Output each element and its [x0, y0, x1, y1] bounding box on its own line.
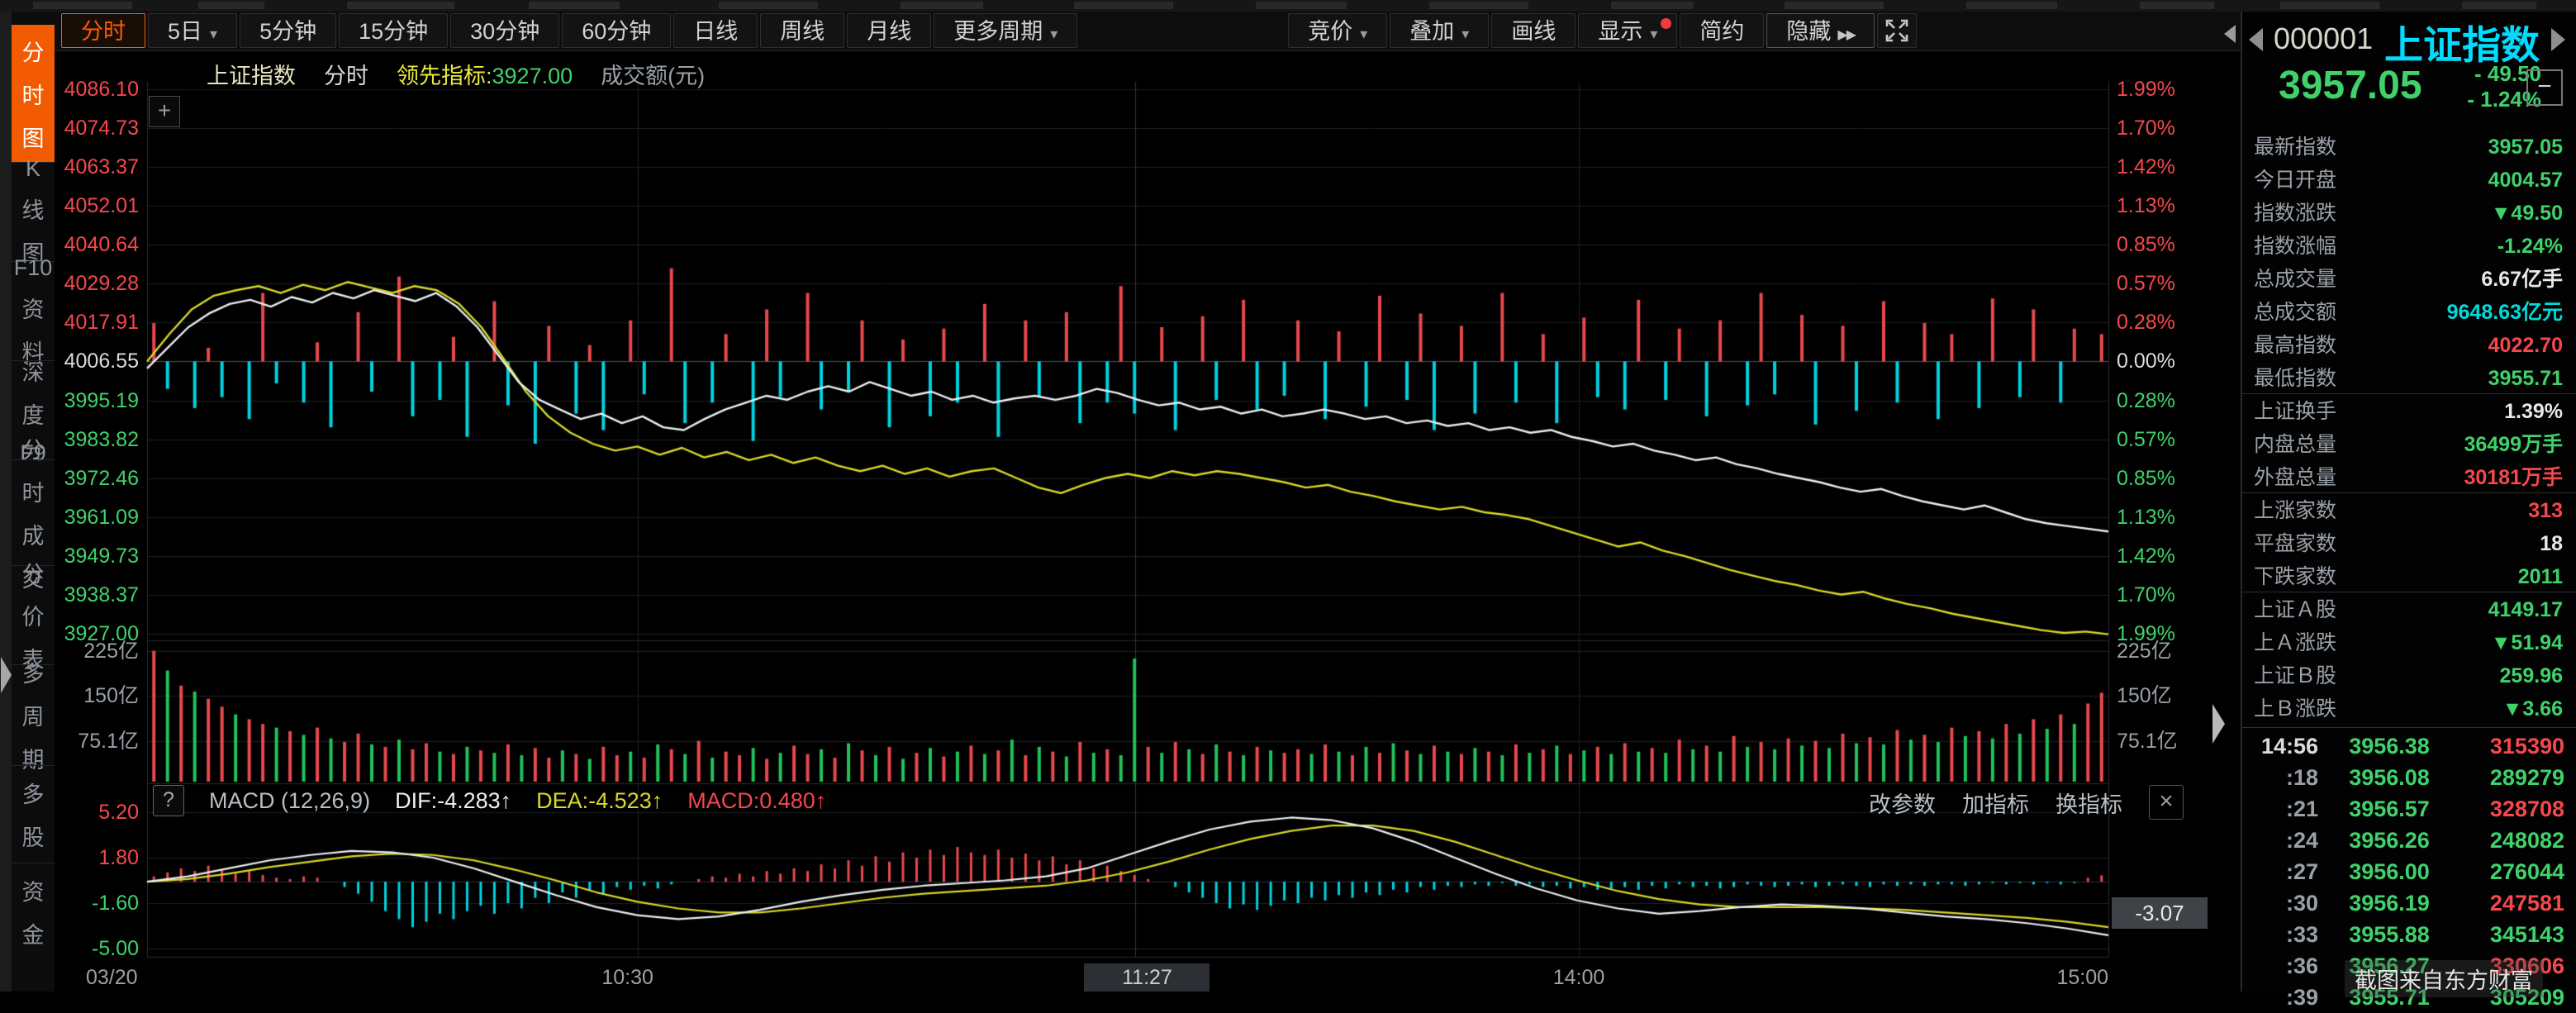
period-tab-30分钟[interactable]: 30分钟: [450, 13, 559, 48]
divider: [2242, 727, 2576, 728]
period-tab-5分钟[interactable]: 5分钟: [240, 13, 336, 48]
divider: [2242, 393, 2576, 394]
chevron-down-icon: ▾: [1050, 26, 1057, 42]
sidebar-item-F10资料[interactable]: F10资料: [12, 261, 55, 360]
lead-indicator: 领先指标:3927.00: [397, 58, 573, 90]
chevron-down-icon: ▾: [210, 26, 217, 42]
period-tab-更多周期[interactable]: 更多周期▾: [934, 13, 1077, 48]
stock-code: 000001: [2274, 21, 2373, 56]
tick-row[interactable]: :243956.26248082: [2242, 825, 2576, 856]
left-sidebar: 分时图K线图F10资料深度F9分时成交分价表多周期多股资金: [12, 12, 55, 992]
close-icon[interactable]: ×: [2149, 785, 2184, 820]
chart-header: 上证指数 分时 领先指标:3927.00 成交额(元): [207, 58, 705, 90]
trading-terminal: { "palette": { "up": "#f5484d", "down": …: [0, 0, 2576, 992]
next-stock-icon[interactable]: [2551, 28, 2565, 51]
chart-tools: 竞价▾叠加▾画线显示▾简约隐藏▶▶: [1288, 13, 1917, 48]
quote-row-指数涨跌: 指数涨跌▼49.50: [2242, 197, 2576, 230]
macd-current-value-tag: -3.07: [2112, 897, 2208, 929]
sidebar-item-多股[interactable]: 多股: [12, 765, 55, 863]
chart-mode-label: 分时: [324, 58, 368, 90]
minimize-panel-button[interactable]: −: [2526, 69, 2563, 106]
macd-title: MACD (12,26,9): [209, 788, 370, 814]
turnover-unit-label: 成交额(元): [601, 58, 705, 90]
period-tab-5日[interactable]: 5日▾: [148, 13, 237, 48]
top-menu-strip: [0, 0, 2576, 12]
macd-controls: 改参数加指标换指标 ×: [1869, 785, 2184, 820]
left-edge-strip: [0, 12, 12, 992]
tool-button-隐藏[interactable]: 隐藏▶▶: [1766, 13, 1875, 48]
sidebar-item-分时成交[interactable]: 分时成交: [12, 459, 55, 565]
period-tabs: 分时5日▾5分钟15分钟30分钟60分钟日线周线月线更多周期▾: [61, 13, 1077, 48]
period-tab-日线[interactable]: 日线: [673, 13, 758, 48]
quote-row-下跌家数: 下跌家数2011: [2242, 560, 2576, 593]
chevron-down-icon: ▾: [1650, 26, 1657, 42]
quote-row-今日开盘: 今日开盘4004.57: [2242, 164, 2576, 197]
last-price: 3957.05: [2279, 63, 2422, 108]
sidebar-item-多周期[interactable]: 多周期: [12, 664, 55, 765]
period-tab-分时[interactable]: 分时: [61, 13, 145, 48]
sidebar-item-K线图[interactable]: K线图: [12, 162, 55, 261]
prev-stock-icon[interactable]: [2249, 28, 2263, 51]
quote-row-最低指数: 最低指数3955.71: [2242, 362, 2576, 395]
zoom-in-icon[interactable]: +: [149, 96, 180, 127]
sidebar-expand-arrow-icon[interactable]: [1, 657, 12, 693]
macd-hist-value: MACD:0.480↑: [687, 788, 826, 814]
sidebar-item-分价表[interactable]: 分价表: [12, 565, 55, 664]
quote-row-上证Ａ股: 上证Ａ股4149.17: [2242, 593, 2576, 626]
quote-row-内盘总量: 内盘总量36499万手: [2242, 428, 2576, 461]
period-tab-60分钟[interactable]: 60分钟: [562, 13, 671, 48]
chart-index-name: 上证指数: [207, 58, 296, 90]
macd-indicator-header: ? MACD (12,26,9) DIF:-4.283↑ DEA:-4.523↑…: [153, 785, 826, 816]
quote-row-指数涨幅: 指数涨幅-1.24%: [2242, 230, 2576, 263]
quote-row-上证换手: 上证换手1.39%: [2242, 395, 2576, 428]
chart-toolbar: 分时5日▾5分钟15分钟30分钟60分钟日线周线月线更多周期▾ 竞价▾叠加▾画线…: [55, 12, 2241, 51]
macd-control-改参数[interactable]: 改参数: [1869, 787, 1936, 819]
quote-row-总成交额: 总成交额9648.63亿元: [2242, 296, 2576, 329]
quote-row-上Ａ涨跌: 上Ａ涨跌▼51.94: [2242, 626, 2576, 659]
macd-control-换指标[interactable]: 换指标: [2056, 787, 2122, 819]
tool-button-画线[interactable]: 画线: [1491, 13, 1576, 48]
chart-area[interactable]: [55, 51, 2241, 996]
quote-panel: 000001 上证指数 3957.05 - 49.50 - 1.24% − 最新…: [2241, 12, 2576, 992]
help-icon[interactable]: ?: [153, 785, 184, 816]
tick-row[interactable]: :213956.57328708: [2242, 793, 2576, 825]
intraday-chart-canvas[interactable]: [55, 51, 2241, 992]
tool-button-显示[interactable]: 显示▾: [1578, 13, 1677, 48]
period-tab-周线[interactable]: 周线: [760, 13, 844, 48]
period-tab-月线[interactable]: 月线: [847, 13, 931, 48]
divider: [2242, 492, 2576, 493]
tick-row[interactable]: :273956.00276044: [2242, 856, 2576, 887]
tool-button-叠加[interactable]: 叠加▾: [1390, 13, 1489, 48]
quote-row-外盘总量: 外盘总量30181万手: [2242, 461, 2576, 494]
period-tab-15分钟[interactable]: 15分钟: [339, 13, 448, 48]
sidebar-item-资金[interactable]: 资金: [12, 863, 55, 960]
collapse-right-panel-icon[interactable]: [2224, 25, 2236, 43]
chevron-down-icon: ▾: [1461, 26, 1469, 42]
quote-row-上证Ｂ股: 上证Ｂ股259.96: [2242, 659, 2576, 692]
macd-dea-value: DEA:-4.523↑: [536, 788, 663, 814]
tick-row[interactable]: :183956.08289279: [2242, 762, 2576, 793]
notification-dot-icon: [1661, 18, 1671, 29]
tick-row[interactable]: :333955.88345143: [2242, 919, 2576, 950]
macd-dif-value: DIF:-4.283↑: [395, 788, 511, 814]
tool-button-竞价[interactable]: 竞价▾: [1288, 13, 1387, 48]
quote-row-总成交量: 总成交量6.67亿手: [2242, 263, 2576, 296]
quote-row-上Ｂ涨跌: 上Ｂ涨跌▼3.66: [2242, 692, 2576, 725]
quote-row-最高指数: 最高指数4022.70: [2242, 329, 2576, 362]
chevron-down-icon: ▾: [1360, 26, 1367, 42]
tool-button-简约[interactable]: 简约: [1680, 13, 1764, 48]
tick-row[interactable]: :303956.19247581: [2242, 887, 2576, 919]
macd-control-加指标[interactable]: 加指标: [1962, 787, 2029, 819]
sidebar-item-分时图[interactable]: 分时图: [12, 25, 55, 162]
quote-row-最新指数: 最新指数3957.05: [2242, 131, 2576, 164]
quote-row-平盘家数: 平盘家数18: [2242, 527, 2576, 560]
double-arrow-icon: ▶▶: [1837, 28, 1855, 42]
fullscreen-icon[interactable]: [1877, 13, 1917, 48]
panel-resize-arrow-icon[interactable]: [2212, 704, 2225, 744]
tick-row[interactable]: 14:563956.38315390: [2242, 730, 2576, 762]
watermark: 截图来自东方财富: [2345, 960, 2543, 997]
quote-row-上涨家数: 上涨家数313: [2242, 494, 2576, 527]
